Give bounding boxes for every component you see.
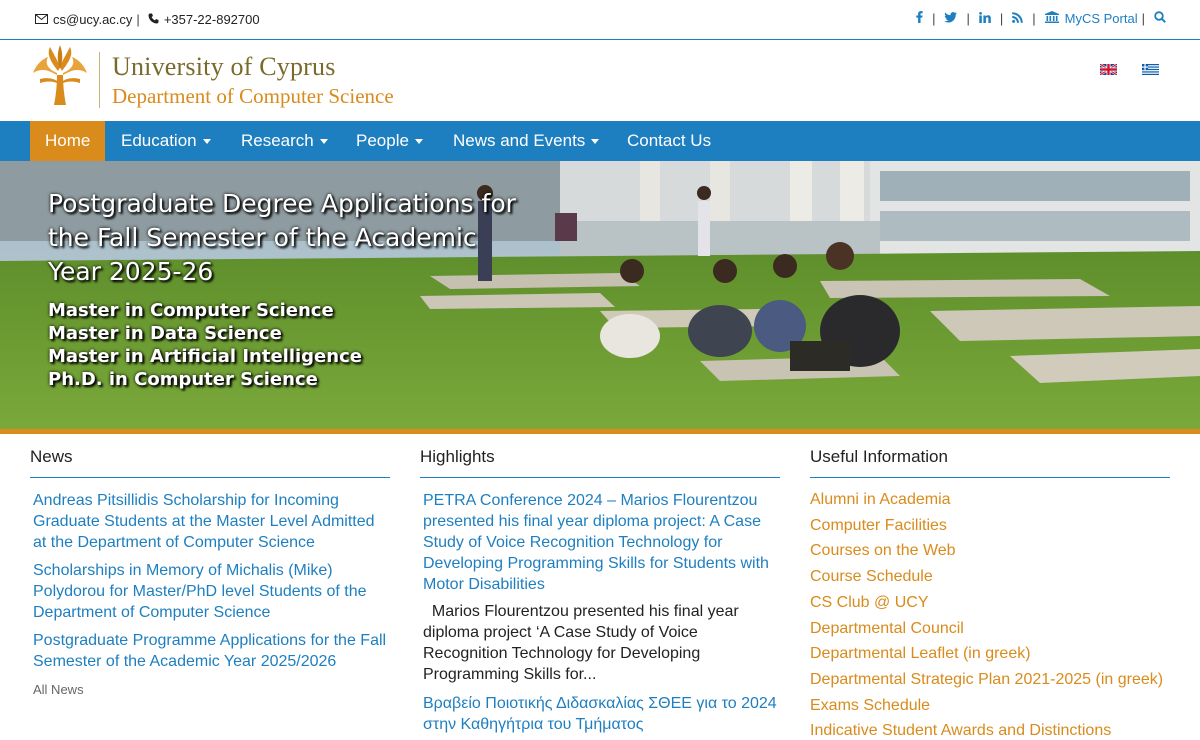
separator: | [136,12,140,27]
hero-program: Master in Data Science [48,323,282,344]
caret-down-icon [414,139,423,145]
contact-info: cs@ucy.ac.cy | +357-22-892700 [35,12,260,27]
hero-banner[interactable]: Postgraduate Degree Applications for the… [0,161,1200,429]
separator: | [999,11,1004,26]
uk-flag-icon[interactable] [1100,64,1117,75]
linkedin-icon[interactable] [979,11,991,26]
highlight-title[interactable]: PETRA Conference 2024 – Marios Flourentz… [423,490,780,595]
logo-divider [99,52,100,108]
university-logo-icon[interactable] [30,45,90,107]
highlights-heading: Highlights [420,447,780,478]
bank-icon [1044,11,1059,26]
separator: | [932,11,936,26]
main-nav: Home Education Research People News and … [0,121,1200,161]
useful-info-section: Useful Information Alumni in Academia Co… [810,447,1170,740]
nav-home[interactable]: Home [30,121,106,161]
twitter-icon[interactable] [944,11,958,26]
news-item[interactable]: Postgraduate Programme Applications for … [33,630,390,672]
caret-down-icon [591,139,600,145]
envelope-icon [35,13,48,27]
highlights-list: PETRA Conference 2024 – Marios Flourentz… [420,490,780,735]
caret-down-icon [319,139,328,145]
all-news-link[interactable]: All News [30,682,390,697]
separator: | [966,11,970,26]
rss-icon[interactable] [1012,11,1024,26]
useful-info-link[interactable]: CS Club @ UCY [810,590,1170,616]
useful-info-link[interactable]: Alumni in Academia [810,487,1170,513]
news-heading: News [30,447,390,478]
useful-info-link[interactable]: Departmental Council [810,616,1170,642]
hero-title[interactable]: Postgraduate Degree Applications for the… [48,187,518,289]
highlight-summary: Marios Flourentzou presented his final y… [423,603,744,683]
useful-info-link[interactable]: Courses on the Web [810,538,1170,564]
nav-education[interactable]: Education [106,121,226,161]
hero-accent-bar [0,429,1200,434]
facebook-icon[interactable] [916,11,923,26]
news-section: News Andreas Pitsillidis Scholarship for… [30,447,390,697]
separator: | [1032,11,1036,26]
useful-info-link[interactable]: Departmental Leaflet (in greek) [810,641,1170,667]
useful-info-list: Alumni in Academia Computer Facilities C… [810,487,1170,740]
news-item[interactable]: Scholarships in Memory of Michalis (Mike… [33,560,390,623]
greek-flag-icon[interactable] [1142,64,1159,75]
news-item[interactable]: Andreas Pitsillidis Scholarship for Inco… [33,490,390,553]
phone-number[interactable]: +357-22-892700 [164,12,260,27]
hero-program: Master in Artificial Intelligence [48,346,362,367]
useful-info-link[interactable]: Departmental Strategic Plan 2021-2025 (i… [810,667,1170,693]
email-link[interactable]: cs@ucy.ac.cy [53,12,132,27]
useful-info-link[interactable]: Course Schedule [810,564,1170,590]
useful-info-link[interactable]: Computer Facilities [810,513,1170,539]
top-bar: cs@ucy.ac.cy | +357-22-892700 | | | | My… [0,0,1200,40]
useful-info-heading: Useful Information [810,447,1170,478]
highlights-section: Highlights PETRA Conference 2024 – Mario… [420,447,780,735]
mycs-portal-link[interactable]: MyCS Portal [1065,11,1138,26]
site-header: University of Cyprus Department of Compu… [0,40,1200,121]
hero-program-list: Master in Computer Science Master in Dat… [48,299,362,391]
hero-program: Ph.D. in Computer Science [48,369,318,390]
caret-down-icon [202,139,211,145]
nav-research[interactable]: Research [226,121,343,161]
nav-contact-us[interactable]: Contact Us [612,121,726,161]
nav-people[interactable]: People [341,121,438,161]
top-links: | | | | MyCS Portal | [916,11,1166,26]
phone-icon [148,13,159,27]
news-list: Andreas Pitsillidis Scholarship for Inco… [30,490,390,672]
department-name[interactable]: Department of Computer Science [112,84,394,109]
useful-info-link[interactable]: Indicative Student Awards and Distinctio… [810,718,1170,740]
search-icon[interactable] [1154,11,1166,26]
highlight-title[interactable]: Βραβείο Ποιοτικής Διδασκαλίας ΣΘΕΕ για τ… [423,693,780,735]
separator: | [1141,11,1145,26]
university-name[interactable]: University of Cyprus [112,52,336,82]
useful-info-link[interactable]: Exams Schedule [810,693,1170,719]
hero-program: Master in Computer Science [48,300,334,321]
nav-news-and-events[interactable]: News and Events [438,121,614,161]
